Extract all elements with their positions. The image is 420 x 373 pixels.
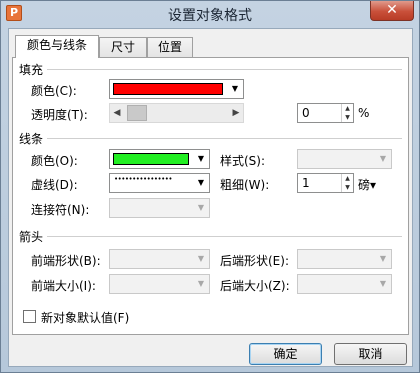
cancel-button[interactable]: 取消 [334, 343, 407, 365]
chevron-down-icon: ▼ [379, 254, 387, 263]
dash-dropdown[interactable]: •••••••••••••••• ▼ [109, 173, 210, 193]
percent-unit: % [358, 106, 370, 120]
weight-label: 粗细(W): [220, 178, 270, 192]
spin-up-icon[interactable]: ▲ [342, 104, 353, 113]
title-bar[interactable]: P 设置对象格式 ✕ [1, 1, 419, 27]
line-style-label: 样式(S): [220, 154, 266, 168]
line-color-label: 颜色(O): [31, 154, 78, 168]
weight-spinner[interactable]: 1 ▲ ▼ [297, 173, 354, 193]
fill-color-label: 颜色(C): [31, 84, 77, 98]
begin-style-label: 前端形状(B): [31, 254, 101, 268]
slider-thumb[interactable] [127, 105, 147, 121]
connector-dropdown[interactable]: ▼ [109, 198, 210, 218]
transparency-label: 透明度(T): [31, 108, 88, 122]
default-checkbox[interactable] [23, 310, 36, 323]
tab-size[interactable]: 尺寸 [99, 37, 147, 57]
line-color-swatch [113, 153, 189, 165]
chevron-down-icon: ▼ [197, 203, 205, 212]
end-style-label: 后端形状(E): [220, 254, 289, 268]
chevron-down-icon: ▼ [197, 154, 205, 163]
begin-style-dropdown[interactable]: ▼ [109, 249, 210, 269]
connector-label: 连接符(N): [31, 203, 90, 217]
weight-value: 1 [302, 176, 310, 190]
divider [47, 236, 402, 238]
chevron-down-icon: ▼ [197, 254, 205, 263]
chevron-down-icon: ▼ [379, 279, 387, 288]
dialog-client: 颜色与线条 尺寸 位置 填充 颜色(C): ▼ 透明度(T): ◀ ▶ 0 ▲ [8, 28, 413, 367]
transparency-spinner[interactable]: 0 ▲ ▼ [297, 103, 354, 123]
divider [47, 138, 402, 140]
begin-size-dropdown[interactable]: ▼ [109, 274, 210, 294]
arrows-section-title: 箭头 [19, 230, 44, 244]
fill-section-title: 填充 [19, 63, 44, 77]
ok-button[interactable]: 确定 [249, 343, 322, 365]
chevron-down-icon: ▼ [231, 84, 239, 93]
end-size-dropdown[interactable]: ▼ [297, 274, 392, 294]
dash-label: 虚线(D): [31, 178, 78, 192]
line-color-dropdown[interactable]: ▼ [109, 149, 210, 169]
tab-position[interactable]: 位置 [147, 37, 193, 57]
dash-pattern: •••••••••••••••• [114, 175, 173, 183]
dialog-title: 设置对象格式 [168, 8, 252, 24]
chevron-down-icon: ▼ [379, 154, 387, 163]
spin-down-icon[interactable]: ▼ [342, 183, 353, 192]
transparency-value: 0 [302, 106, 310, 120]
spin-down-icon[interactable]: ▼ [342, 113, 353, 122]
spin-up-icon[interactable]: ▲ [342, 174, 353, 183]
close-button[interactable]: ✕ [370, 1, 414, 21]
fill-color-swatch [113, 83, 223, 95]
fill-color-dropdown[interactable]: ▼ [109, 79, 244, 99]
tab-color-and-lines[interactable]: 颜色与线条 [15, 35, 99, 58]
chevron-down-icon: ▼ [197, 279, 205, 288]
chevron-down-icon: ▼ [197, 178, 205, 187]
divider [47, 69, 402, 71]
default-checkbox-label[interactable]: 新对象默认值(F) [41, 309, 129, 326]
format-object-dialog: P 设置对象格式 ✕ 颜色与线条 尺寸 位置 填充 颜色(C): ▼ 透明度(T… [0, 0, 420, 373]
line-section-title: 线条 [19, 132, 44, 146]
begin-size-label: 前端大小(I): [31, 279, 96, 293]
tab-panel: 填充 颜色(C): ▼ 透明度(T): ◀ ▶ 0 ▲ ▼ % 线条 颜色(O)… [12, 57, 409, 335]
end-size-label: 后端大小(Z): [220, 279, 290, 293]
slider-right-icon[interactable]: ▶ [229, 104, 243, 122]
line-style-dropdown[interactable]: ▼ [297, 149, 392, 169]
end-style-dropdown[interactable]: ▼ [297, 249, 392, 269]
transparency-slider[interactable]: ◀ ▶ [109, 103, 244, 123]
spin-arrows[interactable]: ▲ ▼ [341, 174, 353, 192]
slider-left-icon[interactable]: ◀ [110, 104, 124, 122]
spin-arrows[interactable]: ▲ ▼ [341, 104, 353, 122]
weight-unit-dropdown[interactable]: 磅▾ [358, 176, 376, 193]
